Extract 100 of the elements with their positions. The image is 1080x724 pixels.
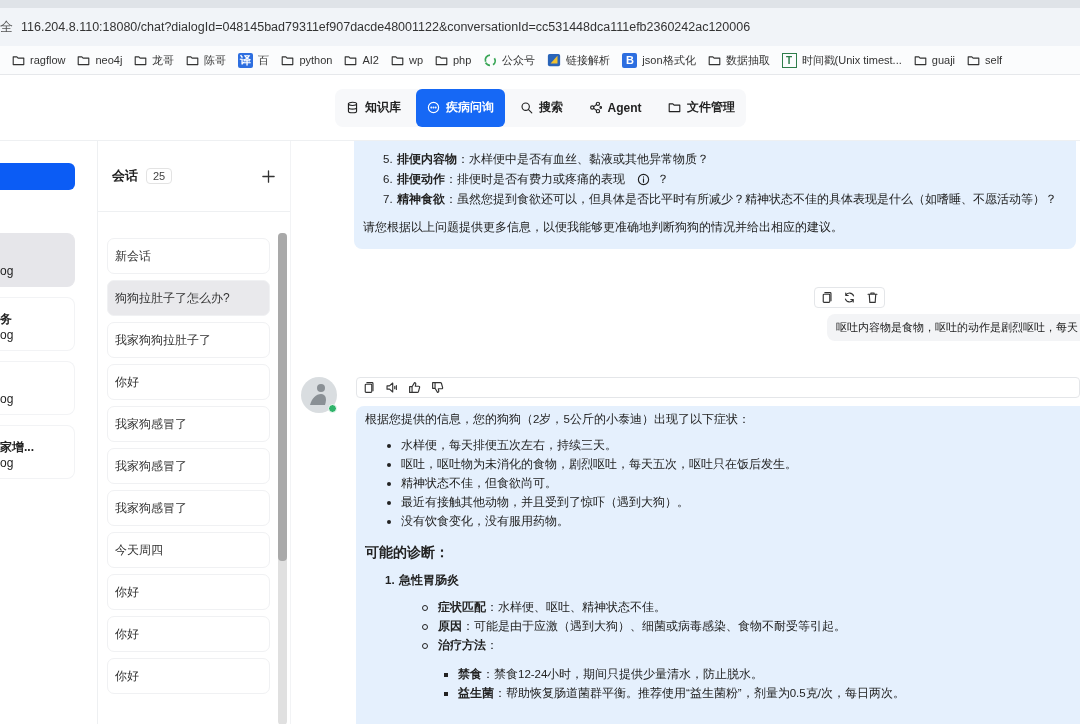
database-icon <box>345 101 359 114</box>
list-text: 症状匹配：水样便、呕吐、精神状态不佳。 <box>438 600 666 615</box>
conversation-item[interactable]: 你好 <box>107 658 270 694</box>
assistant-card[interactable]: og <box>0 233 75 287</box>
address-bar[interactable]: 116.204.8.110:18080/chat?dialogId=048145bad79311ef907dacde48001122&conversationId=cc531448dca111efb2360242ac120006 <box>21 20 751 34</box>
list-text: 治疗方法： <box>438 637 498 653</box>
list-number: 5. <box>383 152 393 167</box>
bookmark-icon: T <box>781 52 797 68</box>
bookmark-link[interactable]: 陈哥 <box>204 52 227 68</box>
conversation-item[interactable]: 今天周四 <box>107 532 270 568</box>
bullet-icon <box>444 672 448 677</box>
folder-icon <box>12 53 25 67</box>
conversation-item[interactable]: 我家狗感冒了 <box>107 406 270 442</box>
bookmark-link[interactable]: 数据抽取 <box>725 52 770 68</box>
section-heading: 可能的诊断： <box>365 544 450 562</box>
thumbs-up-icon <box>408 381 421 394</box>
panel-title: 会话 <box>112 167 138 185</box>
avatar <box>301 377 337 413</box>
speaker-icon <box>385 381 398 394</box>
assistant-card[interactable]: 务 og <box>0 297 75 351</box>
bookmark-link[interactable]: neo4j <box>95 54 123 66</box>
list-text: 呕吐，呕吐物为未消化的食物，剧烈呕吐，每天五次，呕吐只在饭后发生。 <box>401 457 797 472</box>
list-text: 水样便，每天排便五次左右，持续三天。 <box>401 438 617 453</box>
list-text: ？ <box>656 172 669 187</box>
bookmark-link[interactable]: ragflow <box>30 54 66 66</box>
folder-icon <box>186 53 200 67</box>
bookmark-icon <box>547 53 562 67</box>
nav-tab[interactable]: 文件管理 <box>656 88 746 127</box>
trash-icon <box>866 291 879 304</box>
conversation-item[interactable]: 狗狗拉肚子了怎么办? <box>107 280 270 316</box>
conversation-item[interactable]: 你好 <box>107 616 270 652</box>
folder-icon <box>913 53 927 67</box>
list-number: 6. <box>383 172 393 187</box>
assistant-subtitle: og <box>0 328 15 342</box>
conversation-item[interactable]: 你好 <box>107 364 270 400</box>
copy-icon <box>362 381 375 394</box>
assistant-subtitle: og <box>0 456 15 470</box>
bookmark-link[interactable]: 公众号 <box>502 52 536 68</box>
user-message: 呕吐内容物是食物，呕吐的动作是剧烈呕吐，每天 <box>827 314 1080 341</box>
bookmark-link[interactable]: guaji <box>931 54 956 66</box>
bookmark-link[interactable]: python <box>299 54 333 66</box>
copy-icon <box>820 291 833 304</box>
list-text: 精神状态不佳，但食欲尚可。 <box>401 476 557 491</box>
nav-tab[interactable]: Agent <box>577 88 653 127</box>
bookmark-link[interactable]: wp <box>408 54 423 66</box>
bookmark-link[interactable]: php <box>453 54 472 66</box>
folder-icon <box>344 53 358 67</box>
bookmark-link[interactable]: 龙哥 <box>152 52 175 68</box>
thumbs-down-icon <box>431 381 444 394</box>
bullet-icon <box>387 500 391 505</box>
list-text: 排便动作：排便时是否有费力或疼痛的表现 <box>396 172 625 187</box>
conversation-item[interactable]: 我家狗感冒了 <box>107 448 270 484</box>
conversation-item[interactable]: 我家狗狗拉肚子了 <box>107 322 270 358</box>
nav-tab[interactable]: 搜索 <box>508 88 574 127</box>
assistant-card[interactable]: 家增... og <box>0 425 75 479</box>
folder-icon <box>390 53 404 67</box>
assistant-subtitle: og <box>0 264 15 278</box>
bullet-icon <box>444 691 448 696</box>
list-number: 1. <box>385 573 395 588</box>
bookmark-link[interactable]: 链接解析 <box>566 52 611 68</box>
info-icon <box>636 172 650 186</box>
folder-icon <box>77 53 91 67</box>
list-text: 精神食欲：虽然您提到食欲还可以，但具体是否比平时有所减少？精神状态不佳的具体表现是什么（如嗜睡、不愿活动等）？ <box>396 192 1057 207</box>
chat-icon <box>426 101 440 114</box>
add-button[interactable] <box>261 168 276 184</box>
count-badge: 25 <box>146 168 173 184</box>
folder-icon <box>435 53 448 67</box>
assistant-card[interactable]: og <box>0 361 75 415</box>
graph-icon <box>588 101 602 114</box>
list-text: 排便内容物：水样便中是否有血丝、黏液或其他异常物质？ <box>396 151 709 167</box>
bookmark-link[interactable]: 时间戳(Unix timest... <box>801 52 902 68</box>
bookmark-link[interactable]: AI2 <box>362 54 379 66</box>
bookmark-icon: 译 <box>238 52 254 68</box>
bookmark-link[interactable]: 百 <box>258 52 270 68</box>
assistant-name: 务 <box>0 311 13 328</box>
list-text: 益生菌：帮助恢复肠道菌群平衡。推荐使用“益生菌粉”，剂量为0.5克/次，每日两次。 <box>458 686 905 701</box>
list-heading: 急性胃肠炎 <box>398 573 459 588</box>
list-text: 禁食：禁食12-24小时，期间只提供少量清水，防止脱水。 <box>458 667 764 682</box>
address-prefix: 全 <box>0 18 13 36</box>
search-icon <box>519 101 533 114</box>
folder-icon <box>281 53 295 67</box>
status-dot <box>328 404 337 413</box>
nav-tab[interactable]: 知识库 <box>334 88 412 127</box>
bookmark-link[interactable]: json格式化 <box>642 52 696 68</box>
refresh-icon <box>843 291 856 304</box>
conversation-item[interactable]: 我家狗感冒了 <box>107 490 270 526</box>
list-text: 没有饮食变化，没有服用药物。 <box>401 514 569 529</box>
scrollbar[interactable] <box>278 233 287 724</box>
plus-icon <box>261 168 276 184</box>
bullet-icon <box>387 481 391 486</box>
conversation-item[interactable]: 新会话 <box>107 238 270 274</box>
bullet-icon <box>387 519 391 524</box>
list-text: 最近有接触其他动物，并且受到了惊吓（遇到大狗）。 <box>401 495 689 510</box>
folder-icon <box>134 53 148 67</box>
recycle-icon <box>483 53 498 67</box>
conversation-item[interactable]: 你好 <box>107 574 270 610</box>
message-text: 根据您提供的信息，您的狗狗（2岁，5公斤的小泰迪）出现了以下症状： <box>365 412 751 427</box>
nav-tab[interactable]: 疾病问询 <box>415 88 505 127</box>
folder-icon <box>667 101 681 114</box>
bookmark-link[interactable]: self <box>985 54 1003 66</box>
